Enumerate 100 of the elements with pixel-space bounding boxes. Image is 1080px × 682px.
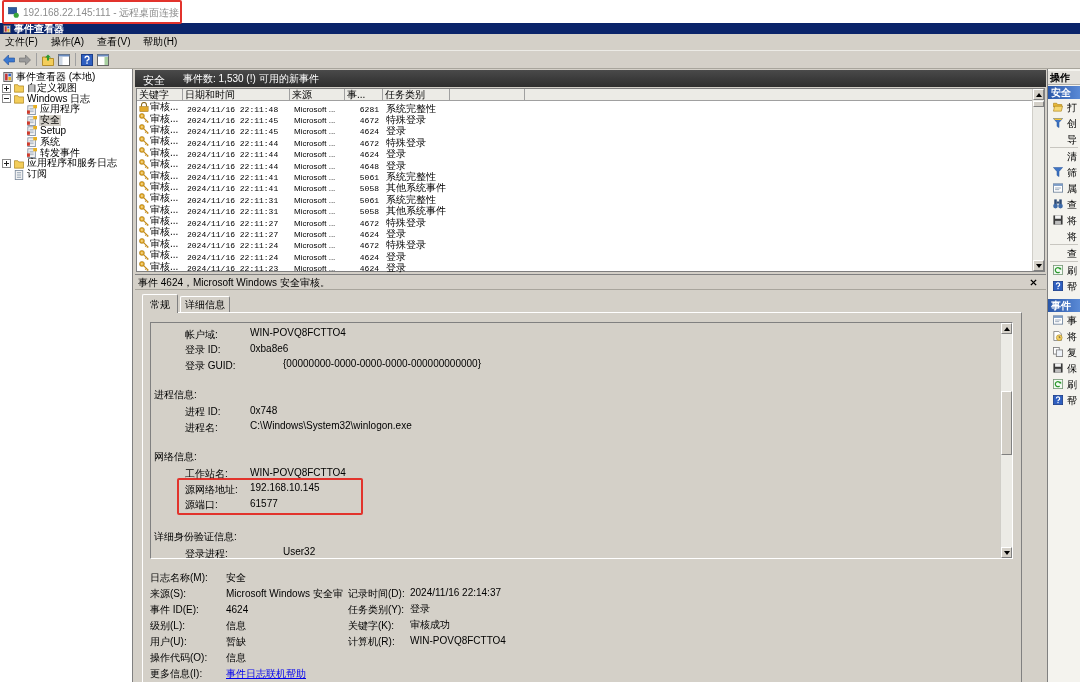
tree-item[interactable]: 应用程序和服务日志	[26, 158, 118, 170]
vertical-scrollbar[interactable]	[1000, 323, 1012, 558]
window-icon	[1052, 183, 1063, 193]
task-category-text: 特殊登录	[386, 136, 426, 148]
minus-box-icon[interactable]	[2, 94, 11, 104]
detail-label: 帐户域:	[185, 328, 218, 340]
plus-box-icon[interactable]	[2, 83, 11, 93]
field-label: 日志名称(M):	[150, 572, 208, 583]
column-header[interactable]: 事...	[345, 89, 383, 100]
field-value: 登录	[410, 601, 430, 616]
event-id-text: 6281	[359, 104, 379, 114]
event-id-text: 4648	[359, 161, 379, 171]
section-header[interactable]: 事件	[1048, 299, 1080, 312]
keyword-text: 审核...	[150, 135, 179, 147]
document-icon	[14, 169, 24, 180]
action-item[interactable]: 将	[1067, 228, 1077, 244]
column-header[interactable]: 关键字	[137, 89, 183, 100]
log-icon	[27, 126, 37, 137]
tab[interactable]: 详细信息	[180, 296, 230, 312]
task-category-text: 特殊登录	[386, 239, 426, 251]
action-item[interactable]: 筛	[1067, 164, 1077, 180]
action-item[interactable]: 保	[1067, 360, 1077, 376]
tree-item[interactable]: 转发事件	[39, 147, 81, 159]
scroll-up-button[interactable]	[1001, 323, 1012, 334]
menu-item[interactable]: 帮助(H)	[139, 35, 182, 49]
close-icon[interactable]	[1030, 278, 1037, 286]
scroll-down-button[interactable]	[1001, 547, 1012, 558]
actions-pane-title: 操作	[1050, 71, 1070, 85]
help-link[interactable]: 事件日志联机帮助	[226, 668, 306, 679]
scroll-thumb[interactable]	[1033, 101, 1044, 107]
tab[interactable]: 常规	[142, 294, 178, 313]
action-pane-icon[interactable]	[97, 53, 109, 66]
scroll-up-button[interactable]	[1033, 89, 1044, 100]
tree-item[interactable]: 订阅	[26, 169, 48, 180]
source-text: Microsoft ...	[294, 264, 336, 274]
console-tree-icon[interactable]	[58, 53, 70, 66]
field-value: 信息	[226, 620, 246, 631]
source-text: Microsoft ...	[294, 241, 336, 251]
scroll-thumb[interactable]	[1001, 391, 1012, 455]
action-item[interactable]: 将	[1067, 328, 1077, 344]
key-icon	[139, 192, 149, 203]
action-item[interactable]: 打	[1067, 99, 1077, 115]
detail-value: 61577	[250, 496, 278, 511]
vertical-scrollbar[interactable]	[1032, 89, 1044, 271]
help-icon	[1052, 281, 1063, 291]
section-header[interactable]: 安全	[1048, 86, 1080, 99]
section-heading: 网络信息:	[154, 450, 197, 465]
detail-value: C:\Windows\System32\winlogon.exe	[250, 419, 412, 434]
field-value: Microsoft Windows 安全审	[226, 588, 343, 599]
down-triangle-icon	[1035, 263, 1042, 268]
action-item[interactable]: 属	[1067, 180, 1077, 196]
tree-item[interactable]: 系统	[39, 136, 61, 148]
source-text: Microsoft ...	[294, 218, 336, 228]
menu-item[interactable]: 操作(A)	[46, 35, 89, 49]
menu-item[interactable]: 查看(V)	[93, 35, 135, 49]
event-id-text: 4672	[359, 218, 379, 228]
action-item[interactable]: 导	[1067, 131, 1077, 147]
column-header[interactable]: 来源	[290, 89, 345, 100]
detail-value: 192.168.10.145	[250, 481, 320, 496]
action-item[interactable]: 清	[1067, 148, 1077, 164]
column-header[interactable]: 日期和时间	[183, 89, 290, 100]
tree-item[interactable]: 自定义视图	[26, 82, 78, 94]
action-item[interactable]: 查	[1067, 245, 1077, 261]
tree-item[interactable]: 应用程序	[39, 104, 81, 116]
remote-window-title: 192.168.22.145:111 - 远程桌面连接	[23, 5, 180, 20]
action-item[interactable]: 事	[1067, 312, 1077, 328]
key-icon	[139, 158, 149, 169]
task-category-text: 登录	[386, 148, 406, 160]
plus-box-icon[interactable]	[2, 159, 11, 169]
action-item[interactable]: 创	[1067, 115, 1077, 131]
menu-item[interactable]: 文件(F)	[1, 35, 42, 49]
action-item[interactable]: 帮	[1067, 278, 1077, 294]
event-id-text: 4672	[359, 241, 379, 251]
event-id-text: 4624	[359, 230, 379, 239]
action-item[interactable]: 刷	[1067, 262, 1077, 278]
action-item[interactable]: 查	[1067, 196, 1077, 212]
scroll-down-button[interactable]	[1033, 260, 1044, 271]
action-item[interactable]: 帮	[1067, 392, 1077, 408]
detail-label: 源端口:	[185, 499, 218, 511]
filter-icon	[1052, 118, 1063, 128]
action-item[interactable]: 刷	[1067, 376, 1077, 392]
section-heading: 进程信息:	[154, 388, 197, 403]
detail-label: 源网络地址:	[185, 483, 238, 495]
keyword-text: 审核...	[150, 158, 179, 170]
action-item[interactable]: 复	[1067, 344, 1077, 360]
date-time-text: 2024/11/16 22:11:41	[187, 173, 279, 183]
tree-item[interactable]: 事件查看器 (本地)	[15, 72, 97, 83]
field-value: 审核成功	[410, 617, 450, 632]
field-label: 记录时间(D):	[348, 588, 405, 599]
column-header[interactable]: 任务类别	[383, 89, 450, 100]
tree-item[interactable]: Setup	[39, 126, 68, 137]
action-item[interactable]: 将	[1067, 212, 1077, 228]
date-time-text: 2024/11/16 22:11:27	[187, 218, 279, 228]
date-time-text: 2024/11/16 22:11:45	[187, 116, 279, 126]
date-time-text: 2024/11/16 22:11:31	[187, 207, 279, 217]
key-icon	[139, 204, 149, 215]
tree-item[interactable]: 安全	[39, 115, 61, 126]
back-arrow-icon[interactable]	[3, 53, 15, 66]
event-id-text: 5061	[359, 195, 379, 205]
help-icon[interactable]	[81, 53, 93, 66]
